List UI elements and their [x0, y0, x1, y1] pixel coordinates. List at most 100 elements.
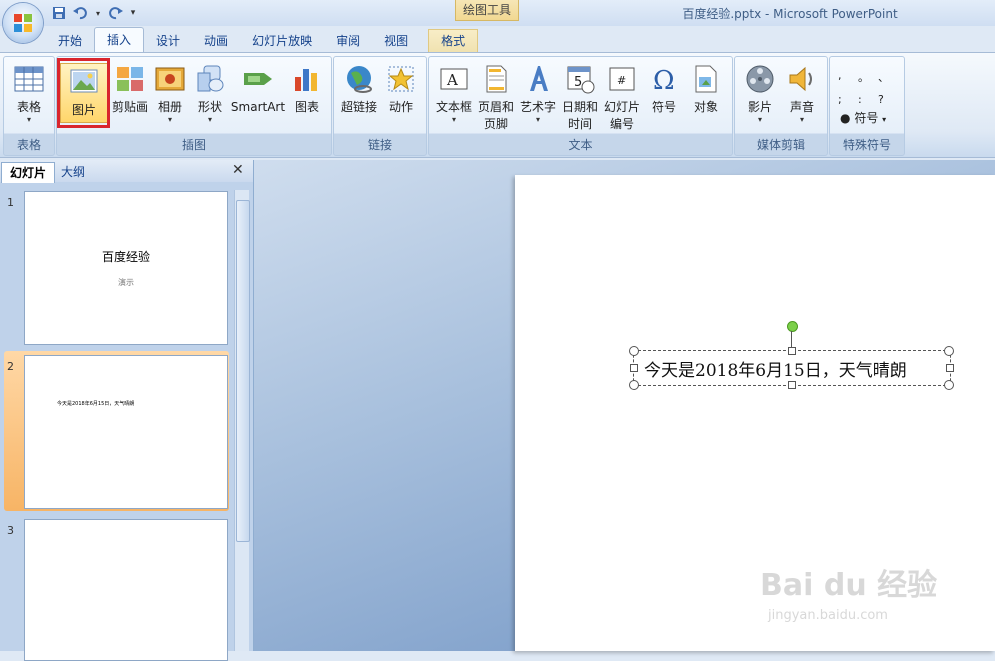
table-button[interactable]: 表格 ▾ [6, 61, 52, 133]
datetime-button[interactable]: 5 日期和 时间 [557, 61, 603, 133]
chevron-down-icon: ▾ [882, 115, 887, 124]
svg-text:Ω: Ω [653, 66, 675, 95]
group-label-illustrations: 插图 [181, 138, 206, 152]
special-chars-grid: , 。 、 ; : ? [838, 69, 898, 106]
tab-outline[interactable]: 大纲 [53, 162, 93, 182]
tab-slides[interactable]: 幻灯片 [1, 162, 56, 183]
tab-design[interactable]: 设计 [144, 30, 192, 52]
album-label: 相册 [157, 100, 182, 114]
wordart-button[interactable]: 艺术字 ▾ [515, 61, 561, 133]
customize-qat-icon[interactable]: ▾ [128, 4, 138, 22]
undo-dropdown-icon[interactable]: ▾ [94, 4, 102, 22]
chevron-down-icon: ▾ [26, 115, 31, 124]
chevron-down-icon: ▾ [451, 115, 456, 124]
sound-label: 声音 [789, 100, 814, 114]
special-char-comma[interactable]: , [838, 69, 858, 85]
slide1-subtitle: 演示 [118, 278, 134, 287]
slide-number-button[interactable]: # 幻灯片 编号 [599, 61, 645, 133]
drawing-tools-header: 绘图工具 [455, 0, 519, 21]
textbox-button[interactable]: A 文本框 ▾ [431, 61, 477, 133]
chevron-down-icon: ▾ [207, 115, 212, 124]
shapes-icon [197, 65, 224, 92]
action-button[interactable]: 动作 [378, 61, 424, 133]
rotation-handle[interactable] [787, 321, 798, 332]
action-label: 动作 [388, 100, 413, 114]
chevron-down-icon: ▾ [757, 115, 762, 124]
hyperlink-button[interactable]: 超链接 [336, 61, 382, 133]
slide-number: 1 [7, 196, 14, 209]
datetime-label: 日期和 时间 [561, 100, 598, 131]
svg-text:A: A [446, 71, 458, 89]
hyperlink-label: 超链接 [340, 100, 377, 114]
picture-button-highlight [57, 58, 110, 128]
special-char-question[interactable]: ? [878, 93, 898, 106]
resize-handle-sw[interactable] [629, 380, 639, 390]
slide-number: 2 [7, 360, 14, 373]
panel-tabs: 幻灯片 大纲 ✕ [0, 160, 253, 183]
ribbon: 表格 ▾ 表格 图片 剪贴画 相册 ▾ 形状 ▾ SmartArt 图表 插图 … [0, 52, 995, 158]
office-button[interactable] [3, 3, 43, 43]
tab-slideshow[interactable]: 幻灯片放映 [240, 30, 324, 52]
header-footer-icon [486, 65, 507, 93]
office-logo-icon [14, 14, 32, 32]
resize-handle-nw[interactable] [629, 346, 639, 356]
special-char-semicolon[interactable]: ; [838, 93, 858, 106]
tab-home[interactable]: 开始 [46, 30, 94, 52]
window-title: 百度经验.pptx - Microsoft PowerPoint [682, 7, 898, 21]
resize-handle-ne[interactable] [944, 346, 954, 356]
group-tables: 表格 ▾ 表格 [3, 56, 55, 156]
symbol-button[interactable]: Ω 符号 [641, 61, 687, 133]
clipart-label: 剪贴画 [111, 100, 148, 114]
header-footer-button[interactable]: 页眉和 页脚 [473, 61, 519, 133]
watermark-logo-text: Bai du 经验 [760, 568, 938, 603]
group-label-media: 媒体剪辑 [756, 138, 805, 152]
tab-review[interactable]: 审阅 [324, 30, 372, 52]
chevron-down-icon: ▾ [799, 115, 804, 124]
group-text: A 文本框 ▾ 页眉和 页脚 艺术字 ▾ 5 日期和 时间 # 幻灯片 编号 Ω… [428, 56, 733, 156]
group-label-links: 链接 [367, 138, 392, 152]
special-char-colon[interactable]: : [858, 93, 878, 106]
tab-animations[interactable]: 动画 [192, 30, 240, 52]
resize-handle-se[interactable] [944, 380, 954, 390]
redo-icon[interactable] [106, 4, 124, 22]
object-button[interactable]: 对象 [683, 61, 729, 133]
shapes-button[interactable]: 形状 ▾ [187, 61, 233, 133]
save-icon[interactable] [50, 4, 68, 22]
special-char-enum-comma[interactable]: 、 [878, 69, 898, 85]
smartart-button[interactable]: SmartArt [229, 61, 287, 133]
special-char-period[interactable]: 。 [858, 69, 878, 85]
group-links: 超链接 动作 链接 [333, 56, 427, 156]
object-icon [695, 65, 717, 93]
sound-button[interactable]: 声音 ▾ [779, 61, 825, 133]
bullet-icon: ● [840, 111, 851, 125]
slide1-title: 百度经验 [101, 250, 150, 264]
close-icon[interactable]: ✕ [232, 162, 244, 178]
svg-text:5: 5 [574, 75, 582, 90]
slide-thumbnail-3[interactable] [24, 519, 228, 661]
resize-handle-n[interactable] [788, 347, 796, 355]
omega-icon: Ω [653, 66, 675, 95]
panel-scrollbar[interactable] [234, 190, 250, 651]
tab-view[interactable]: 视图 [372, 30, 420, 52]
table-icon [14, 66, 44, 92]
slides-panel: 幻灯片 大纲 ✕ 1 百度经验 演示 2 今天是2018年6月15日，天气晴朗 … [0, 160, 254, 661]
group-label-special-symbols: 特殊符号 [842, 138, 891, 152]
resize-handle-e[interactable] [946, 364, 954, 372]
slide-thumbnail-2[interactable]: 今天是2018年6月15日，天气晴朗 [24, 355, 228, 509]
scrollbar-thumb[interactable] [236, 200, 250, 542]
movie-button[interactable]: 影片 ▾ [737, 61, 783, 133]
resize-handle-w[interactable] [630, 364, 638, 372]
wordart-label: 艺术字 [519, 100, 556, 114]
chart-button[interactable]: 图表 [284, 61, 330, 133]
tab-format[interactable]: 格式 [428, 29, 479, 52]
textbox-content[interactable]: 今天是2018年6月15日，天气晴朗 [644, 356, 907, 381]
calendar-clock-icon: 5 [567, 66, 595, 94]
undo-icon[interactable] [72, 4, 90, 22]
resize-handle-s[interactable] [788, 381, 796, 389]
special-symbol-button[interactable]: ● 符号 ▾ [840, 109, 886, 126]
slide-thumbnail-1[interactable]: 百度经验 演示 [24, 191, 228, 345]
shapes-label: 形状 [197, 100, 222, 114]
watermark-url: jingyan.baidu.com [768, 608, 888, 623]
ribbon-tabs: 开始 插入 设计 动画 幻灯片放映 审阅 视图 格式 [46, 26, 479, 52]
tab-insert[interactable]: 插入 [94, 27, 145, 52]
